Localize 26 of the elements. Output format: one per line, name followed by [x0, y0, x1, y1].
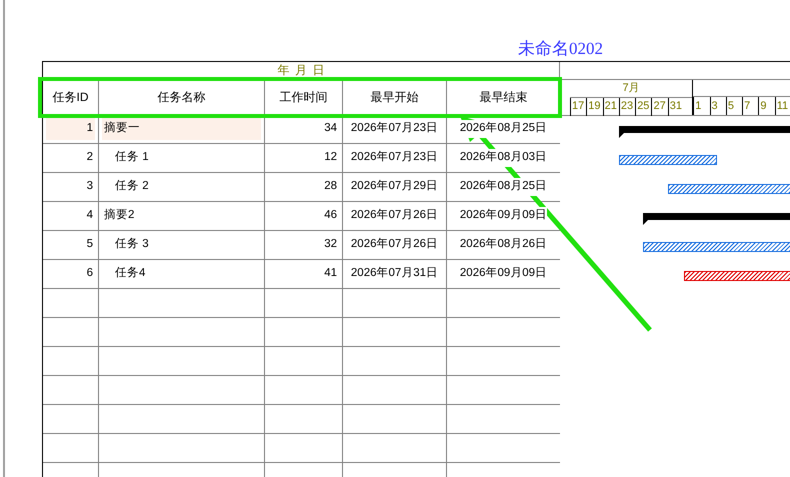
- day-label: 5: [726, 97, 742, 115]
- day-label: 19: [586, 98, 603, 116]
- day-label: 3: [710, 97, 726, 115]
- day-label: 1: [693, 97, 710, 115]
- day-label: 27: [651, 98, 668, 116]
- column-header: 工作时间: [265, 79, 343, 115]
- day-label: 23: [618, 98, 636, 116]
- finish-date-text: 2026年08月03日: [460, 149, 548, 167]
- task-id-cell: 1: [43, 115, 99, 144]
- day-label: 21: [602, 98, 619, 116]
- date-header: 年 月 日: [278, 62, 324, 79]
- day-label: 9: [758, 97, 775, 115]
- day-label: 31: [668, 98, 692, 116]
- column-header: 最早结束: [447, 79, 560, 115]
- day-label: 17: [570, 98, 586, 116]
- day-label: 7: [742, 97, 758, 115]
- finish-date-text: 2026年08月25日: [460, 178, 548, 196]
- day-label: 11: [774, 97, 790, 115]
- finish-date-text: 2026年08月25日: [460, 120, 548, 138]
- chart-title: 未命名0202: [518, 40, 603, 57]
- day-label: 25: [635, 98, 652, 116]
- column-header: 最早开始: [343, 79, 447, 115]
- column-header: 任务名称: [99, 79, 265, 115]
- task-name-cell: 摘要一: [99, 115, 265, 144]
- month-label: 7月: [622, 81, 640, 96]
- column-header: 任务ID: [43, 79, 99, 115]
